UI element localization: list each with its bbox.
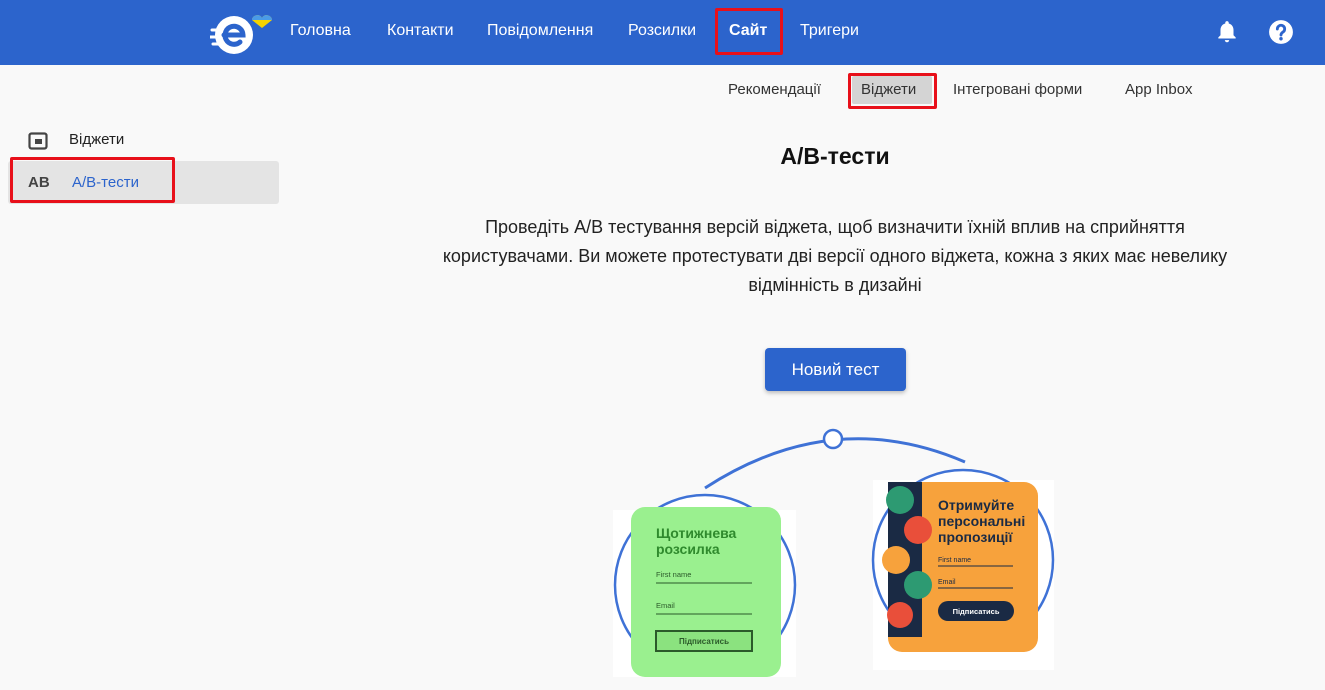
- orange-card-title-3: пропозиції: [938, 529, 1013, 545]
- logo-icon[interactable]: [210, 8, 274, 56]
- nav-item-home[interactable]: Головна: [290, 22, 351, 40]
- green-card-title-1: Щотижнева: [656, 525, 737, 541]
- highlight-site: [715, 8, 783, 55]
- nav-item-contacts[interactable]: Контакти: [387, 22, 454, 40]
- highlight-widgets: [848, 73, 937, 109]
- page-description: Проведіть A/B тестування версій віджета,…: [442, 217, 1228, 295]
- widget-icon: [28, 132, 48, 150]
- green-card-field-2: Email: [656, 601, 675, 610]
- new-test-button[interactable]: Новий тест: [765, 348, 906, 391]
- top-navbar: Головна Контакти Повідомлення Розсилки С…: [0, 0, 1325, 65]
- nav-item-mailings[interactable]: Розсилки: [628, 22, 696, 40]
- bell-icon[interactable]: [1214, 19, 1240, 45]
- orange-card-title-1: Отримуйте: [938, 497, 1014, 513]
- orange-card-field-1: First name: [938, 557, 971, 564]
- subtab-app-inbox[interactable]: App Inbox: [1125, 81, 1193, 98]
- ab-test-illustration: Щотижнева розсилка First name Email Підп…: [613, 428, 1055, 677]
- sidebar-item-label: Віджети: [69, 131, 125, 148]
- nav-item-triggers[interactable]: Тригери: [800, 22, 859, 40]
- green-card-button: Підписатись: [679, 637, 729, 646]
- nav-item-messages[interactable]: Повідомлення: [487, 22, 593, 40]
- subtab-recommendations[interactable]: Рекомендації: [728, 81, 821, 98]
- orange-card-button: Підписатись: [953, 607, 1000, 616]
- green-card-field-1: First name: [656, 570, 691, 579]
- subtab-integrated-forms[interactable]: Інтегровані форми: [953, 81, 1082, 98]
- page-title: A/B-тести: [780, 143, 890, 169]
- highlight-ab-tests: [10, 157, 175, 203]
- orange-card-field-2: Email: [938, 579, 956, 586]
- help-icon[interactable]: [1268, 19, 1294, 45]
- orange-card-title-2: персональні: [938, 513, 1025, 529]
- green-card-title-2: розсилка: [656, 541, 720, 557]
